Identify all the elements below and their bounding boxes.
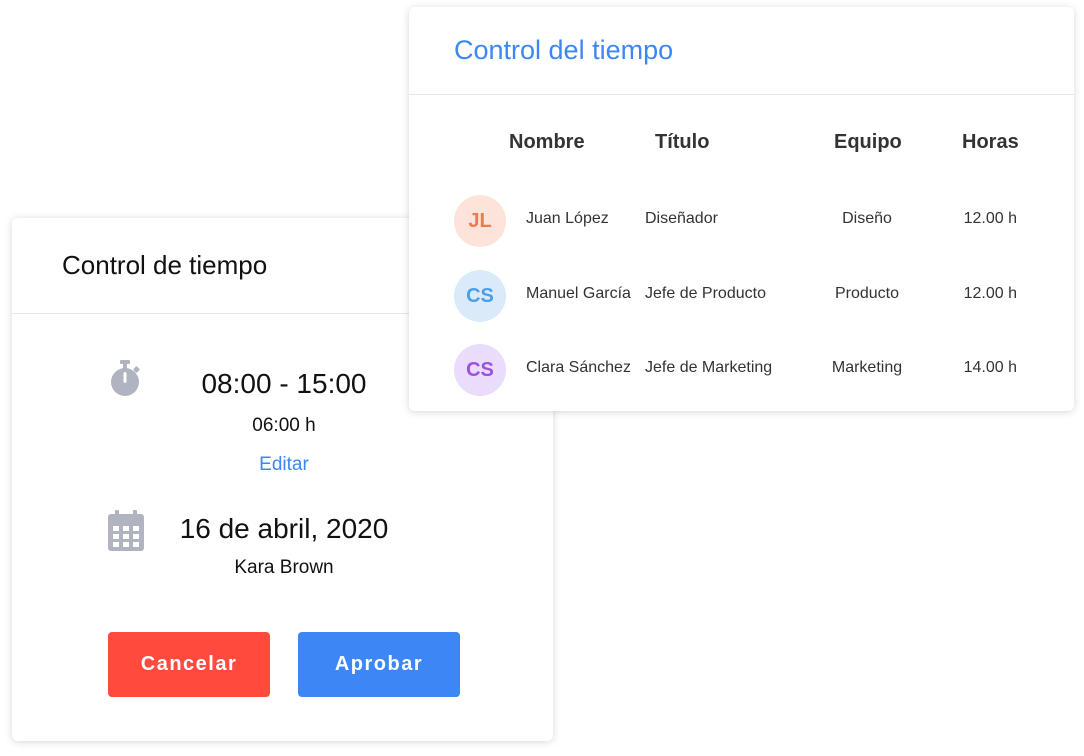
cell-hours: 14.00 h (963, 359, 1017, 376)
duration: 06:00 h (252, 415, 316, 436)
cell-name: Clara Sánchez (526, 359, 631, 376)
avatar: CS (454, 344, 506, 396)
table-row[interactable]: JL Juan López Diseñador Diseño 12.00 h (409, 195, 1074, 247)
cell-team: Producto (834, 285, 900, 302)
avatar: JL (454, 195, 506, 247)
cell-title: Jefe de Marketing (645, 359, 773, 376)
approve-button[interactable]: Aprobar (298, 632, 460, 697)
cancel-button[interactable]: Cancelar (108, 632, 270, 697)
cell-name: Juan López (526, 210, 609, 227)
cell-hours: 12.00 h (963, 285, 1017, 302)
cell-name: Manuel García (526, 285, 631, 302)
column-header-hours: Horas (962, 131, 1019, 153)
time-table-header: Control del tiempo (409, 7, 1074, 95)
time-table-title: Control del tiempo (454, 35, 674, 65)
person-name: Kara Brown (234, 557, 334, 578)
stage: Control de tiempo 08:00 - 15:00 06:00 h … (0, 0, 1084, 756)
approval-card-title: Control de tiempo (62, 250, 268, 280)
table-row[interactable]: CS Clara Sánchez Jefe de Marketing Marke… (409, 344, 1074, 396)
cell-hours: 12.00 h (963, 210, 1017, 227)
cell-title: Diseñador (645, 210, 718, 227)
column-header-name: Nombre (509, 131, 585, 153)
cell-team: Marketing (831, 359, 903, 376)
table-row[interactable]: CS Manuel García Jefe de Producto Produc… (409, 270, 1074, 322)
edit-link[interactable]: Editar (12, 454, 556, 476)
column-header-title: Título (655, 131, 710, 153)
cell-team: Diseño (842, 210, 892, 227)
avatar: CS (454, 270, 506, 322)
column-header-team: Equipo (834, 131, 902, 153)
date: 16 de abril, 2020 (179, 513, 389, 544)
time-table-card: Control del tiempo Nombre Título Equipo … (409, 7, 1074, 411)
cell-title: Jefe de Producto (645, 285, 766, 302)
